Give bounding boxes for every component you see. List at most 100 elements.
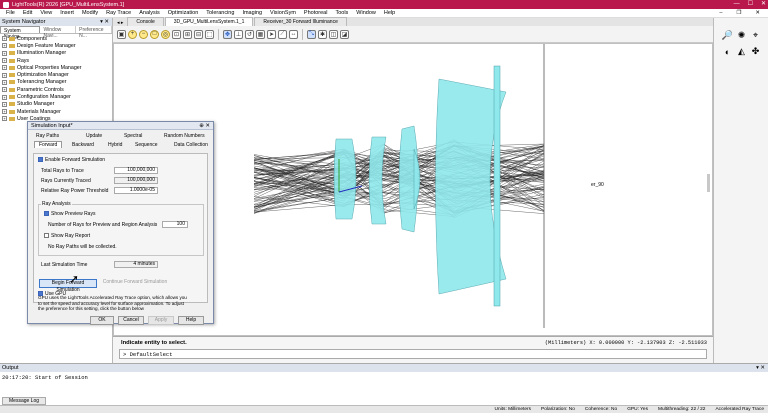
menu-window[interactable]: Window — [352, 10, 380, 16]
menu-tolerancing[interactable]: Tolerancing — [202, 10, 238, 16]
maximize-button[interactable]: ☐ — [748, 0, 753, 9]
lens-tool-icon[interactable]: 🔎 — [722, 30, 733, 41]
zoom-window-icon[interactable]: □ — [150, 29, 159, 39]
expand-icon[interactable]: + — [2, 65, 7, 71]
expand-icon[interactable]: + — [2, 36, 7, 42]
mirror-tool-icon[interactable]: ◐ — [722, 46, 733, 57]
receiver-tool-icon[interactable]: ⌖ — [750, 30, 761, 41]
enable-forward-row[interactable]: Enable Forward Simulation — [38, 157, 105, 163]
tab-console[interactable]: Console — [127, 17, 164, 26]
lens-element-2[interactable] — [368, 136, 387, 225]
tab-window-navigator[interactable]: Window Navi... — [40, 26, 77, 39]
expand-icon[interactable]: + — [2, 109, 7, 115]
move-tool-icon[interactable]: ✤ — [750, 46, 761, 57]
tab-spectral[interactable]: Spectral — [124, 133, 142, 139]
mdi-minimize-button[interactable]: – — [715, 10, 726, 16]
tab-backward[interactable]: Backward — [72, 142, 94, 148]
output-close-icon[interactable]: ▾ ✕ — [756, 365, 765, 371]
prism-tool-icon[interactable]: ◭ — [736, 46, 747, 57]
tree-item-parametric-controls[interactable]: + Parametric Controls — [2, 86, 112, 93]
tab-preference-navigator[interactable]: Preference N... — [76, 26, 112, 39]
ruler-icon[interactable]: ↔ — [289, 29, 298, 39]
cancel-button[interactable]: Cancel — [118, 316, 144, 325]
lightbulb-icon[interactable]: ✱ — [318, 29, 327, 39]
continue-forward-simulation-button[interactable]: Continue Forward Simulation — [102, 279, 168, 288]
menu-visionsym[interactable]: VisionSym — [266, 10, 300, 16]
iso-view-icon[interactable]: ⬚ — [205, 29, 214, 39]
tree-item-optical-properties-manager[interactable]: + Optical Properties Manager — [2, 64, 112, 71]
zoom-in-icon[interactable]: + — [128, 29, 137, 39]
tab-random-numbers[interactable]: Random Numbers — [164, 133, 205, 139]
tab-system-navigator[interactable]: System Naviga... — [0, 26, 41, 40]
tab-hybrid[interactable]: Hybrid — [108, 142, 122, 148]
menu-modify[interactable]: Modify — [78, 10, 102, 16]
menu-edit[interactable]: Edit — [19, 10, 36, 16]
expand-icon[interactable]: + — [2, 116, 7, 122]
menu-optimization[interactable]: Optimization — [164, 10, 203, 16]
menu-help[interactable]: Help — [380, 10, 399, 16]
tree-item-optimization-manager[interactable]: + Optimization Manager — [2, 71, 112, 78]
menu-imaging[interactable]: Imaging — [238, 10, 266, 16]
tab-update[interactable]: Update — [86, 133, 102, 139]
expand-icon[interactable]: + — [2, 79, 7, 85]
expand-icon[interactable]: + — [2, 72, 7, 78]
expand-icon[interactable]: + — [2, 94, 7, 100]
zoom-out-icon[interactable]: − — [139, 29, 148, 39]
close-button[interactable]: ✕ — [761, 0, 766, 9]
lens-element-1[interactable] — [333, 138, 357, 220]
help-button[interactable]: Help — [178, 316, 204, 325]
begin-forward-simulation-button[interactable]: Begin Forward Simulation — [39, 279, 97, 293]
front-view-icon[interactable]: ⊡ — [172, 29, 181, 39]
menu-tools[interactable]: Tools — [331, 10, 352, 16]
tree-item-rays[interactable]: + Rays — [2, 57, 112, 64]
select-arrow-icon[interactable]: ➤ — [267, 29, 276, 39]
tree-item-materials-manager[interactable]: + Materials Manager — [2, 108, 112, 115]
menu-ray-trace[interactable]: Ray Trace — [102, 10, 135, 16]
menu-analysis[interactable]: Analysis — [135, 10, 163, 16]
tree-item-configuration-manager[interactable]: + Configuration Manager — [2, 93, 112, 100]
top-view-icon[interactable]: ⊟ — [194, 29, 203, 39]
tree-item-illumination-manager[interactable]: + Illumination Manager — [2, 50, 112, 57]
source-tool-icon[interactable]: ✺ — [736, 30, 747, 41]
save-icon[interactable]: ▣ — [117, 29, 126, 39]
menu-photoreal[interactable]: Photoreal — [300, 10, 332, 16]
enable-forward-checkbox[interactable] — [38, 157, 43, 163]
total-rays-input[interactable]: 100,000,000 — [114, 167, 158, 174]
threshold-input[interactable]: 1.0000e-05 — [114, 187, 158, 194]
tab-ray-paths[interactable]: Ray Paths — [36, 133, 59, 139]
zoom-fit-icon[interactable]: ◎ — [161, 29, 170, 39]
axis-icon[interactable]: ⊥ — [234, 29, 243, 39]
side-view-icon[interactable]: ⊞ — [183, 29, 192, 39]
command-input[interactable]: > DefaultSelect — [119, 349, 707, 359]
mdi-restore-button[interactable]: ❐ — [732, 10, 745, 16]
expand-icon[interactable]: + — [2, 50, 7, 56]
apply-button[interactable]: Apply — [148, 316, 174, 325]
tab-data-collection[interactable]: Data Collection — [174, 142, 208, 148]
navigator-close-icon[interactable]: ▾ ✕ — [100, 19, 109, 25]
tree-item-design-feature-manager[interactable]: + Design Feature Manager — [2, 42, 112, 49]
measure-icon[interactable]: ⟋ — [278, 29, 287, 39]
show-preview-row[interactable]: Show Preview Rays — [44, 211, 95, 217]
grid-icon[interactable]: ▦ — [256, 29, 265, 39]
view-direction-icon[interactable]: ⤡ — [307, 29, 316, 39]
rotate-icon[interactable]: ↺ — [245, 29, 254, 39]
menu-file[interactable]: File — [2, 10, 19, 16]
tab-forward[interactable]: Forward — [34, 141, 63, 148]
show-report-checkbox[interactable] — [44, 233, 49, 239]
minimize-button[interactable]: — — [734, 0, 740, 9]
mdi-close-button[interactable]: ✕ — [751, 10, 764, 16]
render-icon[interactable]: ◪ — [340, 29, 349, 39]
plate-element[interactable] — [493, 65, 501, 307]
expand-icon[interactable]: + — [2, 101, 7, 107]
menu-view[interactable]: View — [36, 10, 56, 16]
num-rays-input[interactable]: 100 — [162, 221, 188, 228]
expand-icon[interactable]: + — [2, 43, 7, 49]
cube-icon[interactable]: ◫ — [329, 29, 338, 39]
tree-item-tolerancing-manager[interactable]: + Tolerancing Manager — [2, 79, 112, 86]
tab-sequence[interactable]: Sequence — [135, 142, 158, 148]
ok-button[interactable]: OK — [90, 316, 114, 325]
show-preview-checkbox[interactable] — [44, 211, 49, 217]
viewport-scroll-handle[interactable] — [707, 174, 710, 192]
menu-insert[interactable]: Insert — [56, 10, 78, 16]
expand-icon[interactable]: + — [2, 87, 7, 93]
